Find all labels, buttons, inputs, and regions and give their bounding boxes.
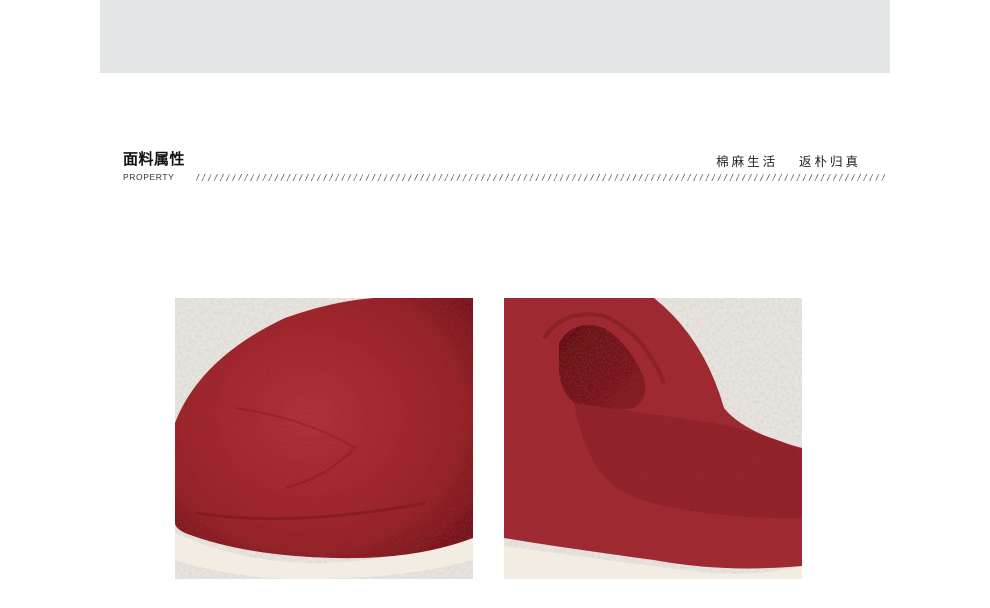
hatch-divider: [196, 174, 885, 181]
section-title: 面料属性: [123, 150, 186, 168]
slipper-toe-closeup-image: [175, 298, 473, 579]
section-header: 面料属性 PROPERTY 棉麻生活 返朴归真: [123, 148, 885, 188]
section-subtitle: PROPERTY: [123, 172, 175, 182]
top-banner-band: [100, 0, 890, 73]
slipper-side-view-image: [504, 298, 802, 579]
brand-slogan: 棉麻生活 返朴归真: [716, 154, 861, 169]
